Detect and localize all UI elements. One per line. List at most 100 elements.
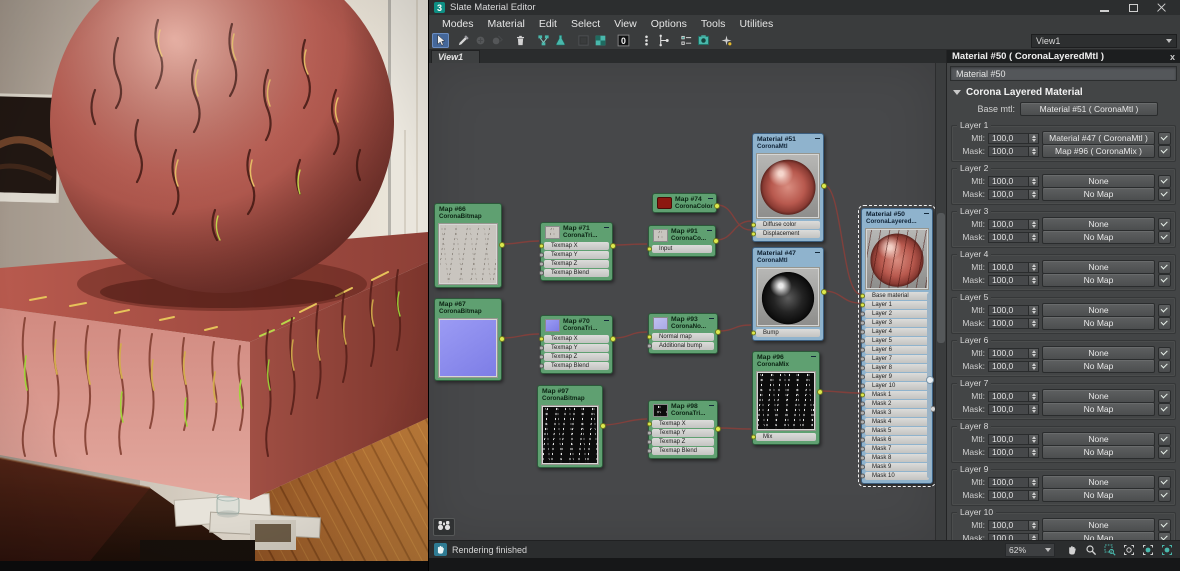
node-header[interactable]: Material #50CoronaLayered... [862, 209, 932, 227]
collapse-node-icon[interactable] [707, 228, 712, 232]
input-socket[interactable] [647, 343, 652, 348]
mask-amount-spinner[interactable]: 100,0 [988, 447, 1039, 458]
pick-material-from-object-button[interactable] [455, 33, 472, 48]
mask-enable-checkbox[interactable] [1158, 532, 1171, 541]
input-socket[interactable] [751, 434, 756, 439]
collapse-node-icon[interactable] [604, 225, 609, 229]
spinner-arrows-icon[interactable] [1028, 477, 1039, 488]
slot-mask-9[interactable]: Mask 9 [865, 463, 929, 471]
menu-view[interactable]: View [607, 18, 644, 30]
slot-texmap-blend[interactable]: Texmap Blend [544, 269, 609, 277]
slot-normal-map[interactable]: Normal map [652, 333, 714, 341]
spinner-arrows-icon[interactable] [1028, 232, 1039, 243]
spinner-arrows-icon[interactable] [1028, 262, 1039, 273]
material-preview[interactable] [756, 153, 820, 219]
material-preview[interactable] [756, 267, 820, 327]
menu-select[interactable]: Select [564, 18, 607, 30]
input-socket[interactable] [539, 363, 544, 368]
rollout-corona-layered-material[interactable]: Corona Layered Material [947, 83, 1180, 100]
mtl-amount-spinner[interactable]: 100,0 [988, 391, 1039, 402]
input-socket[interactable] [539, 354, 544, 359]
node-map-96[interactable]: Map #96CoronaMixMix [752, 351, 820, 445]
node-material-51[interactable]: Material #51CoronaMtlDiffuse colorDispla… [752, 133, 824, 242]
mask-enable-checkbox[interactable] [1158, 317, 1171, 330]
mtl-slot-button[interactable]: Material #47 ( CoronaMtl ) [1042, 131, 1155, 145]
input-socket[interactable] [860, 455, 865, 460]
mask-amount-spinner[interactable]: 100,0 [988, 146, 1039, 157]
slot-mask-10[interactable]: Mask 10 [865, 472, 929, 480]
mtl-enable-checkbox[interactable] [1158, 476, 1171, 489]
collapse-node-icon[interactable] [815, 250, 820, 254]
mtl-amount-spinner[interactable]: 100,0 [988, 262, 1039, 273]
collapse-node-icon[interactable] [709, 403, 714, 407]
node-map-93[interactable]: Map #93CoronaNo...Normal mapAdditional b… [648, 313, 718, 354]
mtl-amount-spinner[interactable]: 100,0 [988, 133, 1039, 144]
minimize-button[interactable] [1099, 3, 1111, 13]
input-socket[interactable] [860, 293, 865, 298]
mask-enable-checkbox[interactable] [1158, 145, 1171, 158]
output-socket[interactable] [499, 242, 505, 248]
zoom-extents-button[interactable] [1123, 544, 1135, 556]
output-socket[interactable] [600, 423, 606, 429]
input-socket[interactable] [539, 243, 544, 248]
mask-slot-button[interactable]: No Map [1042, 531, 1155, 540]
mtl-enable-checkbox[interactable] [1158, 218, 1171, 231]
view-selector-dropdown[interactable]: View1 [1031, 34, 1177, 48]
node-map-67[interactable]: Map #67CoronaBitmap [434, 298, 502, 381]
node-material-50[interactable]: Material #50CoronaLayered...Base materia… [861, 208, 933, 484]
spinner-arrows-icon[interactable] [1028, 176, 1039, 187]
mtl-amount-spinner[interactable]: 100,0 [988, 305, 1039, 316]
slot-texmap-y[interactable]: Texmap Y [544, 251, 609, 259]
output-socket[interactable] [499, 336, 505, 342]
slot-layer-9[interactable]: Layer 9 [865, 373, 929, 381]
input-socket[interactable] [751, 222, 756, 227]
spinner-arrows-icon[interactable] [1028, 434, 1039, 445]
spinner-arrows-icon[interactable] [1028, 447, 1039, 458]
assign-material-to-selection-button[interactable] [489, 33, 506, 48]
tab-view1[interactable]: View1 [431, 50, 480, 63]
slot-layer-7[interactable]: Layer 7 [865, 355, 929, 363]
input-socket[interactable] [539, 252, 544, 257]
node-header[interactable]: Map #66CoronaBitmap [435, 204, 501, 222]
node-header[interactable]: Map #91CoronaCo... [649, 226, 715, 244]
mtl-slot-button[interactable]: None [1042, 475, 1155, 489]
put-material-to-scene-button[interactable] [472, 33, 489, 48]
slot-layer-2[interactable]: Layer 2 [865, 310, 929, 318]
spinner-arrows-icon[interactable] [1028, 348, 1039, 359]
input-socket[interactable] [647, 430, 652, 435]
material-map-navigator-button[interactable] [678, 33, 695, 48]
output-socket[interactable] [715, 329, 721, 335]
mtl-amount-spinner[interactable]: 100,0 [988, 348, 1039, 359]
output-socket[interactable] [817, 389, 823, 395]
mtl-amount-spinner[interactable]: 100,0 [988, 477, 1039, 488]
mask-amount-spinner[interactable]: 100,0 [988, 490, 1039, 501]
input-socket[interactable] [860, 356, 865, 361]
node-view-vertical-scrollbar[interactable] [935, 63, 946, 540]
mtl-slot-button[interactable]: None [1042, 260, 1155, 274]
collapse-node-icon[interactable] [815, 136, 820, 140]
mtl-enable-checkbox[interactable] [1158, 519, 1171, 532]
spinner-arrows-icon[interactable] [1028, 533, 1039, 541]
input-socket[interactable] [751, 330, 756, 335]
zoom-region-button[interactable] [1104, 544, 1116, 556]
input-socket[interactable] [539, 270, 544, 275]
mask-enable-checkbox[interactable] [1158, 403, 1171, 416]
mask-enable-checkbox[interactable] [1158, 360, 1171, 373]
slot-texmap-z[interactable]: Texmap Z [544, 260, 609, 268]
slot-texmap-x[interactable]: Texmap X [652, 420, 714, 428]
menu-modes[interactable]: Modes [435, 18, 481, 30]
mtl-slot-button[interactable]: None [1042, 518, 1155, 532]
mtl-enable-checkbox[interactable] [1158, 175, 1171, 188]
mtl-enable-checkbox[interactable] [1158, 304, 1171, 317]
node-header[interactable]: Map #97CoronaBitmap [538, 386, 602, 404]
search-nodes-button[interactable] [433, 518, 455, 536]
zoom-extents-selected-button[interactable] [1142, 544, 1154, 556]
input-socket[interactable] [860, 437, 865, 442]
mtl-slot-button[interactable]: None [1042, 432, 1155, 446]
spinner-arrows-icon[interactable] [1028, 490, 1039, 501]
spinner-arrows-icon[interactable] [1028, 146, 1039, 157]
spinner-arrows-icon[interactable] [1028, 275, 1039, 286]
spinner-arrows-icon[interactable] [1028, 404, 1039, 415]
mask-amount-spinner[interactable]: 100,0 [988, 275, 1039, 286]
mask-slot-button[interactable]: No Map [1042, 402, 1155, 416]
